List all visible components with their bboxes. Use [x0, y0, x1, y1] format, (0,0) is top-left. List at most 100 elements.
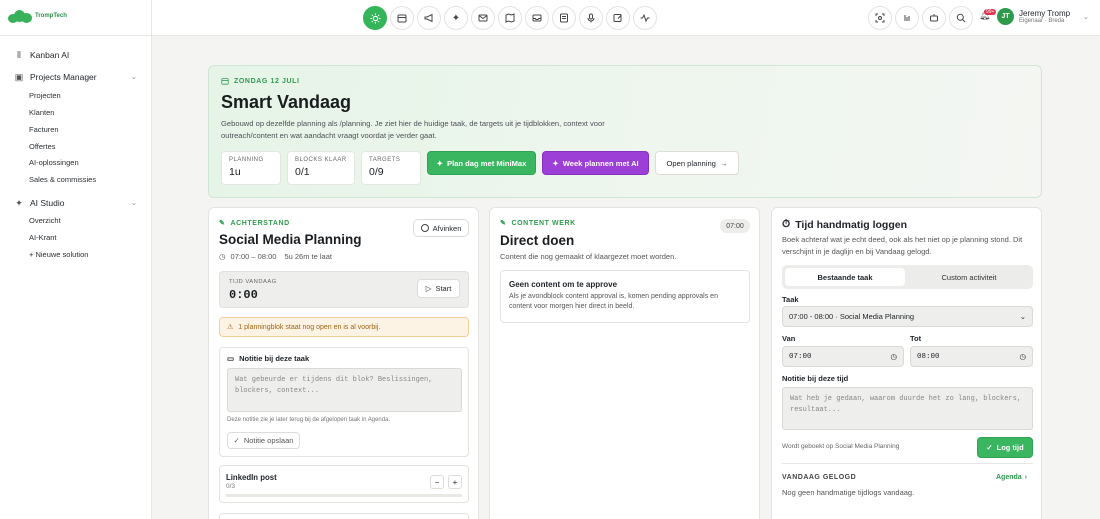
sparkles-icon[interactable]: ✦ [444, 6, 468, 30]
stat-value: 1u [229, 166, 241, 178]
start-button[interactable]: ▷ Start [417, 279, 460, 298]
chevron-down-icon: ⌄ [1019, 312, 1026, 321]
microphone-icon[interactable] [579, 6, 603, 30]
sidebar-item-overzicht[interactable]: Overzicht [29, 216, 61, 225]
button-label: Afvinken [432, 223, 462, 233]
sidebar-item-new-solution[interactable]: + Nieuwe solution [29, 250, 88, 259]
chevron-right-icon: › [1024, 474, 1028, 481]
circle-icon [420, 224, 429, 232]
from-time-value: 07:00 [789, 352, 812, 361]
sidebar-item-projecten[interactable]: Projecten [29, 91, 61, 100]
link-label: Agenda [996, 474, 1022, 481]
sidebar-item-label: AI Studio [30, 198, 65, 208]
sidebar-item-label: Kanban AI [30, 50, 70, 60]
content-subtitle: Content die nog gemaakt of klaargezet mo… [500, 252, 677, 261]
note-title: ▭ Notitie bij deze taak [227, 354, 309, 363]
calendar-icon[interactable] [390, 6, 414, 30]
sidebar-item-kanban[interactable]: ⦀ Kanban AI [14, 49, 70, 61]
target-row: LinkedIn post 0/3 − + [219, 465, 469, 503]
target-count: 0/3 [226, 483, 236, 490]
increment-button[interactable]: + [448, 475, 462, 489]
divider [782, 463, 1033, 464]
chevron-down-icon: ⌄ [131, 74, 137, 81]
log-note-textarea[interactable]: Wat heb je gedaan, waarom duurde het zo … [782, 387, 1033, 430]
button-label: Start [435, 284, 452, 293]
eyebrow-text: ACHTERSTAND [230, 219, 290, 227]
sun-icon[interactable] [363, 6, 387, 30]
warning-text: 1 planningblok staat nog open en is al v… [238, 323, 381, 331]
comment-icon: ▭ [227, 354, 235, 363]
stat-value: 0/1 [295, 166, 310, 178]
sidebar-item-sales[interactable]: Sales & commissies [29, 175, 96, 184]
decrement-button[interactable]: − [430, 475, 444, 489]
sidebar-item-ai-oplossingen[interactable]: AI-oplossingen [29, 158, 79, 167]
next-target-row [219, 513, 469, 519]
sidebar-item-facturen[interactable]: Facturen [29, 125, 59, 134]
cloud-logo-icon [8, 9, 32, 23]
activity-icon[interactable] [633, 6, 657, 30]
sidebar-item-ai-krant[interactable]: AI-Krant [29, 233, 57, 242]
time-badge: 07:00 [720, 219, 750, 233]
user-menu[interactable]: JT Jeremy Tromp Eigenaar · Breda ⌄ [997, 8, 1089, 25]
pencil-icon: ✎ [219, 220, 226, 227]
tab-custom-activity[interactable]: Custom activiteit [909, 268, 1029, 286]
mail-icon[interactable] [471, 6, 495, 30]
empty-state-panel: Geen content om te approve Als je avondb… [500, 270, 750, 323]
task-note-panel: ▭ Notitie bij deze taak Wat gebeurde er t… [219, 347, 469, 457]
megaphone-icon[interactable] [417, 6, 441, 30]
sidebar-item-projects-manager[interactable]: ▣ Projects Manager ⌄ [14, 72, 137, 83]
arrow-right-icon: → [719, 158, 728, 168]
log-tabs: Bestaande taak Custom activiteit [782, 265, 1033, 289]
bar-chart-icon[interactable] [895, 6, 919, 30]
backlog-card: ✎ ACHTERSTAND Afvinken Social Media Plann… [208, 207, 479, 519]
stat-planning: PLANNING 1u [221, 151, 281, 185]
task-note-textarea[interactable]: Wat gebeurde er tijdens dit blok? Beslis… [227, 368, 462, 412]
from-label: Van [782, 334, 796, 343]
log-description: Boek achteraf wat je echt deed, ook als … [782, 235, 1023, 256]
save-note-button[interactable]: ✓ Notitie opslaan [227, 432, 300, 449]
clock-icon: ◷ [219, 252, 226, 261]
avatar: JT [997, 8, 1014, 25]
backlog-eyebrow: ✎ ACHTERSTAND [219, 219, 290, 228]
hero-panel: ZONDAG 12 JULI Smart Vandaag Gebouwd op … [208, 65, 1042, 198]
plan-week-ai-button[interactable]: ✦ Week plannen met AI [542, 151, 649, 175]
sparkles-icon: ✦ [436, 158, 444, 168]
agenda-link[interactable]: Agenda › [996, 474, 1027, 481]
stopwatch-icon: ⏱︎ [782, 218, 791, 230]
content-eyebrow: ✎ CONTENT WERK [500, 219, 576, 228]
log-time-button[interactable]: ✓ Log tijd [977, 437, 1033, 458]
inbox-icon[interactable] [525, 6, 549, 30]
task-select[interactable]: 07:00 - 08:00 · Social Media Planning ⌄ [782, 306, 1033, 327]
booked-on-text: Wordt geboekt op Social Media Planning [782, 443, 900, 450]
calendar-icon [221, 78, 229, 85]
log-note-label: Notitie bij deze tijd [782, 374, 849, 383]
plan-day-minimax-button[interactable]: ✦ Plan dag met MiniMax [427, 151, 536, 175]
sidebar-item-ai-studio[interactable]: ✦ AI Studio ⌄ [14, 198, 137, 209]
to-label: Tot [910, 334, 922, 343]
kanban-icon: ⦀ [17, 49, 21, 60]
clock-icon: ◷ [1019, 353, 1026, 362]
chevron-down-icon: ⌄ [1083, 13, 1089, 21]
manual-log-card: ⏱︎ Tijd handmatig loggen Boek achteraf wa… [771, 207, 1042, 519]
to-time-input[interactable]: 08:00 ◷ [910, 346, 1033, 367]
check-icon: ✓ [986, 443, 993, 452]
edit-icon[interactable] [606, 6, 630, 30]
empty-description: Als je avondblock content approval is, k… [509, 293, 718, 310]
sidebar-item-klanten[interactable]: Klanten [29, 108, 54, 117]
check-off-button[interactable]: Afvinken [413, 219, 469, 237]
stat-value: 0/9 [369, 166, 384, 178]
map-icon[interactable] [498, 6, 522, 30]
from-time-input[interactable]: 07:00 ◷ [782, 346, 904, 367]
tab-existing-task[interactable]: Bestaande taak [785, 268, 905, 286]
timer-label: TIJD VANDAAG [229, 279, 277, 285]
late-text: 5u 26m te laat [284, 252, 332, 261]
sidebar-item-offertes[interactable]: Offertes [29, 142, 56, 151]
newspaper-icon[interactable] [552, 6, 576, 30]
open-planning-button[interactable]: Open planning → [655, 151, 739, 175]
robot-icon[interactable] [922, 6, 946, 30]
task-title: Social Media Planning [219, 232, 362, 247]
brand-logo[interactable]: TrompTech [8, 9, 67, 23]
scan-icon[interactable] [868, 6, 892, 30]
button-label: Log tijd [996, 443, 1024, 452]
search-icon[interactable] [949, 6, 973, 30]
